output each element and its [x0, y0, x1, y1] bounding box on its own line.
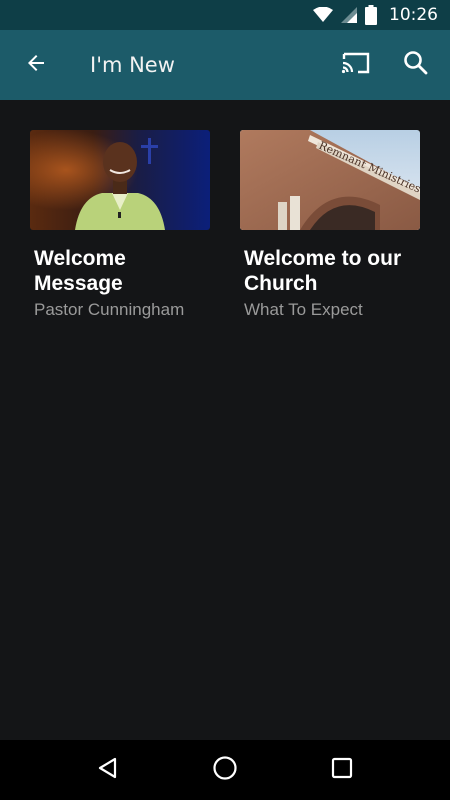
cast-icon [341, 51, 371, 79]
search-icon [403, 50, 429, 80]
status-time: 10:26 [389, 5, 438, 25]
card-title: Welcome Message [34, 247, 126, 295]
nav-back-button[interactable] [84, 746, 132, 794]
content-area: Welcome Message Pastor Cunningham Remnan… [0, 100, 450, 740]
media-card-welcome-message[interactable]: Welcome Message Pastor Cunningham [30, 130, 210, 320]
back-arrow-icon [24, 51, 48, 79]
wifi-icon [313, 7, 333, 23]
status-bar: 10:26 [0, 0, 450, 30]
card-title: Welcome to our Church [244, 247, 402, 295]
app-bar: I'm New [0, 30, 450, 100]
recents-square-icon [330, 756, 354, 784]
system-nav-bar [0, 740, 450, 800]
back-triangle-icon [96, 756, 120, 784]
media-card-welcome-to-our-church[interactable]: Remnant Ministries Welcome to our Church… [240, 130, 420, 320]
nav-home-button[interactable] [201, 746, 249, 794]
page-title: I'm New [90, 53, 175, 77]
card-subtitle: Pastor Cunningham [34, 300, 185, 319]
search-button[interactable] [392, 41, 440, 89]
video-thumbnail[interactable]: Remnant Ministries [240, 130, 420, 230]
video-thumbnail[interactable] [30, 130, 210, 230]
battery-icon [365, 5, 377, 25]
cast-button[interactable] [332, 41, 380, 89]
cell-signal-icon [341, 7, 357, 23]
card-subtitle: What To Expect [244, 300, 363, 319]
home-circle-icon [212, 755, 238, 785]
back-button[interactable] [8, 37, 64, 93]
nav-recents-button[interactable] [318, 746, 366, 794]
